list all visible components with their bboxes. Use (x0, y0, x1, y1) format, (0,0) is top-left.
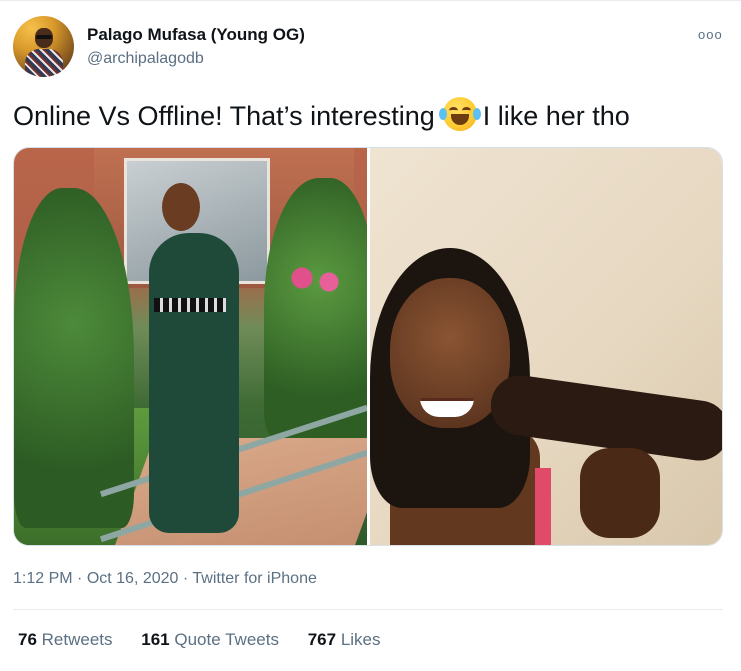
likes-count: 767 (307, 630, 337, 649)
tweet-time: 1:12 PM (13, 570, 73, 587)
top-divider (0, 0, 741, 1)
more-options-icon[interactable]: ooo (698, 27, 723, 42)
photo-online[interactable] (14, 148, 367, 545)
tweet-date: Oct 16, 2020 (86, 570, 179, 587)
avatar[interactable] (13, 16, 74, 77)
likes-label: Likes (340, 630, 381, 649)
quote-tweets-count: 161 (141, 630, 170, 649)
tweet-stats: 76 Retweets 161 Quote Tweets 767 Likes (18, 630, 405, 650)
avatar-shirt (25, 49, 63, 77)
tweet-text-part-1: Online Vs Offline! That’s interesting (13, 101, 435, 131)
likes-stat[interactable]: 767 Likes (308, 630, 381, 650)
tweet-text-part-2: I like her tho (482, 101, 630, 131)
tweet-timestamp[interactable]: 1:12 PM · Oct 16, 2020 (13, 570, 178, 587)
retweets-label: Retweets (41, 630, 113, 649)
retweets-count: 76 (18, 630, 37, 649)
face-with-tears-of-joy-icon (438, 97, 481, 131)
tweet-metadata: 1:12 PM · Oct 16, 2020 · Twitter for iPh… (13, 570, 317, 587)
avatar-sunglasses (36, 35, 52, 39)
quote-tweets-label: Quote Tweets (174, 630, 279, 649)
author-handle[interactable]: @archipalagodb (87, 50, 204, 68)
tweet-media (13, 147, 723, 546)
retweets-stat[interactable]: 76 Retweets (18, 630, 113, 650)
quote-tweets-stat[interactable]: 161 Quote Tweets (141, 630, 279, 650)
stats-divider (13, 609, 723, 610)
tweet-text: Online Vs Offline! That’s interesting I l… (13, 97, 630, 132)
photo-offline[interactable] (370, 148, 722, 545)
tweet-source[interactable]: Twitter for iPhone (192, 570, 317, 587)
author-display-name[interactable]: Palago Mufasa (Young OG) (87, 25, 305, 45)
